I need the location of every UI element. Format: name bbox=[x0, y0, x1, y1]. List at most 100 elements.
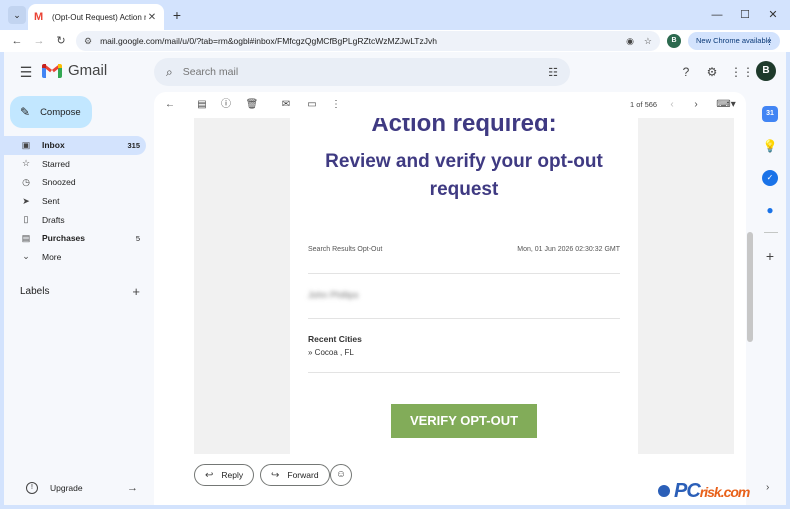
sidebar-item-starred[interactable]: ☆ Starred bbox=[4, 155, 146, 174]
mark-unread-icon[interactable]: ✉ bbox=[278, 97, 294, 113]
email-sender-line: Search Results Opt-Out bbox=[308, 246, 383, 253]
purchases-count: 5 bbox=[135, 233, 140, 243]
sidebar-item-label: Inbox bbox=[42, 140, 65, 151]
sidebar-item-snoozed[interactable]: ◷ Snoozed bbox=[4, 173, 146, 192]
email-date: Mon, 01 Jun 2026 02:30:32 GMT bbox=[517, 246, 620, 253]
more-options-icon[interactable]: ⋮ bbox=[328, 97, 344, 113]
gmail-m-icon bbox=[42, 63, 62, 79]
back-to-inbox-icon[interactable]: ← bbox=[162, 97, 178, 113]
email-heading: Review and verify your opt-out request bbox=[325, 151, 603, 200]
sidebar-item-label: Snoozed bbox=[42, 177, 76, 188]
draft-icon: ▯ bbox=[23, 214, 29, 225]
keep-bulb-icon[interactable]: 💡 bbox=[762, 138, 778, 154]
archive-icon[interactable]: ▤ bbox=[194, 97, 210, 113]
reply-arrow-icon: ↩ bbox=[205, 469, 214, 481]
divider bbox=[308, 318, 620, 319]
search-options-icon[interactable]: ☷ bbox=[548, 66, 558, 79]
inbox-icon: ▣ bbox=[21, 139, 31, 150]
forward-arrow-icon: ↪ bbox=[271, 469, 280, 481]
watermark-main: PC bbox=[674, 479, 701, 502]
search-icon[interactable]: ⌕ bbox=[166, 65, 173, 80]
sidebar-item-label: More bbox=[42, 251, 62, 262]
reload-icon[interactable]: ↻ bbox=[52, 32, 70, 50]
recent-cities-title: Recent Cities bbox=[308, 334, 362, 344]
labels-header: Labels + bbox=[20, 284, 140, 299]
newer-chevron-icon[interactable]: ‹ bbox=[664, 97, 680, 113]
expand-panel-chevron-icon[interactable]: › bbox=[766, 482, 769, 493]
new-tab-button[interactable]: + bbox=[168, 6, 186, 24]
add-addon-icon[interactable]: + bbox=[762, 248, 778, 264]
watermark-text: PCrisk.com bbox=[674, 479, 751, 503]
address-bar[interactable]: ⚙ mail.google.com/mail/u/0/?tab=rm&ogbl#… bbox=[76, 31, 660, 51]
watermark-suffix: risk.com bbox=[699, 483, 751, 500]
sidebar-item-purchases[interactable]: ▤ Purchases 5 bbox=[4, 229, 146, 248]
message-toolbar: ← ▤ ⓘ 🗑 ✉ ▭ ⋮ 1 of 566 ‹ › ⌨▾ bbox=[154, 92, 746, 118]
verify-opt-out-button[interactable]: VERIFY OPT-OUT bbox=[391, 404, 537, 438]
add-label-icon[interactable]: + bbox=[132, 284, 140, 299]
close-window-button[interactable]: ✕ bbox=[762, 6, 784, 24]
purchases-icon: ▤ bbox=[21, 232, 31, 243]
email-body: Action required: Review and verify your … bbox=[290, 118, 638, 454]
contacts-person-icon[interactable]: ● bbox=[762, 202, 778, 218]
move-to-folder-icon[interactable]: ▭ bbox=[304, 97, 320, 113]
compose-label: Compose bbox=[40, 106, 81, 118]
sidebar-item-drafts[interactable]: ▯ Drafts bbox=[4, 210, 146, 229]
message-panel: ← ▤ ⓘ 🗑 ✉ ▭ ⋮ 1 of 566 ‹ › ⌨▾ Action req… bbox=[154, 92, 746, 505]
send-icon: ➤ bbox=[22, 195, 30, 206]
browser-toolbar: ← → ↻ ⚙ mail.google.com/mail/u/0/?tab=rm… bbox=[0, 30, 790, 52]
gmail-logo[interactable]: Gmail bbox=[42, 62, 107, 79]
sidebar-item-more[interactable]: ⌄ More bbox=[4, 248, 146, 267]
tab-list-button[interactable]: ⌄ bbox=[8, 6, 26, 24]
sidebar-nav: ▣ Inbox 315 ☆ Starred ◷ Snoozed ➤ Sent ▯… bbox=[4, 136, 146, 266]
upgrade-button[interactable]: ! Upgrade → bbox=[10, 480, 138, 496]
sidebar-item-sent[interactable]: ➤ Sent bbox=[4, 192, 146, 211]
account-avatar[interactable]: B bbox=[756, 61, 776, 81]
magnifier-logo-icon bbox=[656, 483, 672, 499]
report-spam-icon[interactable]: ⓘ bbox=[218, 97, 234, 113]
scrollbar-thumb[interactable] bbox=[747, 232, 753, 342]
calendar-icon[interactable]: 31 bbox=[762, 106, 778, 122]
divider bbox=[308, 273, 620, 274]
kebab-menu-icon[interactable]: ⋮ bbox=[765, 32, 774, 50]
delete-trash-icon[interactable]: 🗑 bbox=[244, 97, 260, 113]
back-arrow-icon[interactable]: ← bbox=[8, 32, 26, 50]
tab-close-icon[interactable]: ✕ bbox=[146, 12, 158, 23]
labels-title: Labels bbox=[20, 286, 50, 297]
pencil-icon: ✎ bbox=[20, 105, 31, 119]
sidebar-item-label: Purchases bbox=[42, 233, 85, 244]
reply-label: Reply bbox=[221, 470, 244, 480]
gmail-wordmark: Gmail bbox=[68, 62, 108, 79]
gmail-favicon-icon: M bbox=[34, 11, 44, 23]
sidebar-item-inbox[interactable]: ▣ Inbox 315 bbox=[4, 136, 146, 155]
email-heading-partial: Action required: bbox=[371, 118, 557, 137]
maximize-button[interactable]: ☐ bbox=[734, 6, 756, 24]
search-bar[interactable]: ⌕ ☷ bbox=[154, 58, 570, 86]
eye-icon[interactable]: ◉ bbox=[626, 36, 634, 47]
help-icon[interactable]: ? bbox=[678, 64, 694, 80]
site-info-icon[interactable]: ⚙ bbox=[84, 36, 92, 47]
recent-cities-value: » Cocoa , FL bbox=[308, 348, 354, 357]
apps-grid-icon[interactable]: ⋮⋮ bbox=[730, 64, 754, 80]
browser-window: ⌄ M (Opt-Out Request) Action requ ✕ + — … bbox=[0, 0, 790, 509]
forward-button[interactable]: ↪ Forward bbox=[260, 464, 330, 486]
older-chevron-icon[interactable]: › bbox=[688, 97, 704, 113]
forward-arrow-icon[interactable]: → bbox=[30, 32, 48, 50]
settings-gear-icon[interactable]: ⚙ bbox=[704, 64, 720, 80]
minimize-button[interactable]: — bbox=[706, 6, 728, 24]
search-input[interactable] bbox=[182, 66, 549, 78]
emoji-reaction-icon[interactable]: ☺ bbox=[330, 464, 352, 486]
chevron-down-icon: ⌄ bbox=[22, 251, 30, 262]
compose-button[interactable]: ✎ Compose bbox=[10, 96, 92, 128]
hamburger-menu-icon[interactable]: ☰ bbox=[18, 64, 34, 80]
new-chrome-available-button[interactable]: New Chrome available ⋮ bbox=[688, 32, 780, 50]
bookmark-star-icon[interactable]: ☆ bbox=[644, 36, 652, 47]
reply-button[interactable]: ↩ Reply bbox=[194, 464, 255, 486]
tab-bar: ⌄ M (Opt-Out Request) Action requ ✕ + — … bbox=[0, 0, 790, 30]
upgrade-icon: ! bbox=[26, 482, 38, 494]
browser-profile-avatar[interactable]: B bbox=[667, 34, 681, 48]
tasks-check-icon[interactable]: ✓ bbox=[762, 170, 778, 186]
star-icon: ☆ bbox=[21, 158, 31, 169]
url-text: mail.google.com/mail/u/0/?tab=rm&ogbl#in… bbox=[100, 36, 437, 46]
input-tools-keyboard-icon[interactable]: ⌨▾ bbox=[714, 97, 738, 113]
active-tab[interactable]: M (Opt-Out Request) Action requ ✕ bbox=[28, 4, 164, 30]
